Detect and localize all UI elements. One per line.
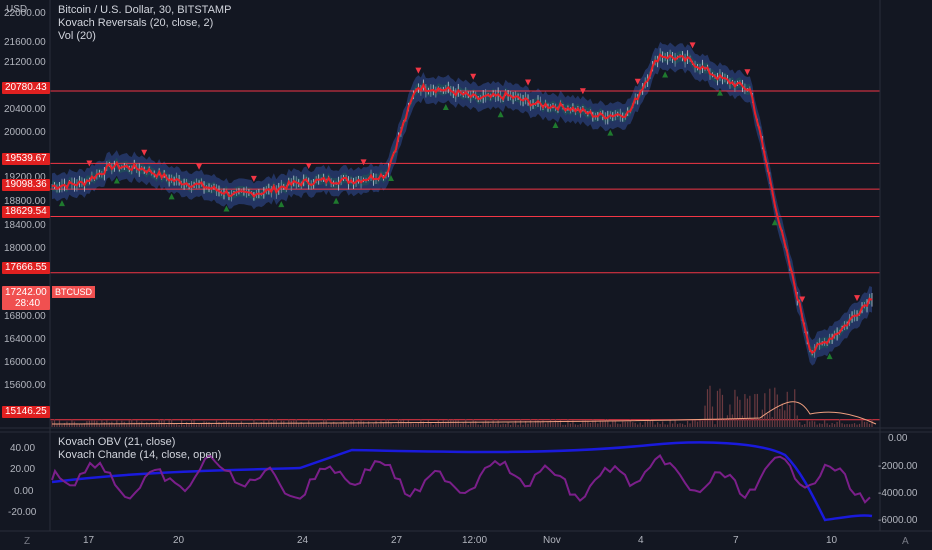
indicator-kovach-obv[interactable]: Kovach OBV (21, close): [58, 436, 221, 449]
buy-signal-marker: [662, 71, 669, 78]
price-tick: 16000.00: [4, 357, 46, 368]
price-tick: 15600.00: [4, 380, 46, 391]
buy-signal-marker: [552, 121, 559, 128]
time-label: Nov: [543, 535, 561, 546]
obv-tick: -6000.00: [878, 515, 918, 526]
symbol-badge: BTCUSD: [52, 286, 96, 298]
symbol-title[interactable]: Bitcoin / U.S. Dollar, 30, BITSTAMP: [58, 4, 231, 17]
sell-signal-marker: [854, 295, 861, 302]
time-label: 4: [638, 535, 644, 546]
buy-signal-marker: [168, 193, 175, 200]
time-label: 24: [297, 535, 309, 546]
obv-tick: -2000.00: [878, 461, 918, 472]
oscillator-tick: -20.00: [8, 507, 37, 518]
time-label: 12:00: [462, 535, 488, 546]
obv-tick: -4000.00: [878, 488, 918, 499]
indicator-kovach-chande[interactable]: Kovach Chande (14, close, open): [58, 449, 221, 462]
buy-signal-marker: [442, 103, 449, 110]
chart-canvas[interactable]: [0, 0, 932, 550]
oscillator-tick: 0.00: [14, 486, 34, 497]
sell-signal-marker: [470, 73, 477, 80]
price-tick: 16400.00: [4, 334, 46, 345]
chande-line: [51, 453, 871, 504]
obv-tick: 0.00: [888, 433, 908, 444]
main-legend: Bitcoin / U.S. Dollar, 30, BITSTAMP Kova…: [58, 4, 231, 43]
price-tick: 20000.00: [4, 127, 46, 138]
sell-signal-marker: [141, 149, 148, 156]
auto-scale-toggle[interactable]: A: [902, 536, 909, 547]
level-badge[interactable]: 15146.25: [2, 406, 50, 418]
sell-signal-marker: [196, 163, 203, 170]
indicator-volume[interactable]: Vol (20): [58, 30, 231, 43]
price-tick: 20400.00: [4, 104, 46, 115]
current-price: 17242.00: [5, 287, 47, 298]
time-label: 20: [173, 535, 185, 546]
indicator-kovach-reversals[interactable]: Kovach Reversals (20, close, 2): [58, 17, 231, 30]
price-tick: 16800.00: [4, 311, 46, 322]
level-badge[interactable]: 18629.54: [2, 206, 50, 218]
time-label: 7: [733, 535, 739, 546]
sell-signal-marker: [360, 159, 367, 166]
time-label: 27: [391, 535, 403, 546]
level-badge[interactable]: 17666.55: [2, 262, 50, 274]
time-label: 10: [826, 535, 838, 546]
price-tick: 21600.00: [4, 37, 46, 48]
price-tick: 22000.00: [4, 8, 46, 19]
oscillator-tick: 20.00: [10, 464, 36, 475]
timezone-toggle[interactable]: Z: [24, 536, 30, 547]
level-badge[interactable]: 20780.43: [2, 82, 50, 94]
time-label: 17: [83, 535, 95, 546]
lower-legend: Kovach OBV (21, close) Kovach Chande (14…: [58, 436, 221, 462]
buy-signal-marker: [607, 129, 614, 136]
buy-signal-marker: [278, 201, 285, 208]
sell-signal-marker: [744, 69, 751, 76]
buy-signal-marker: [58, 200, 65, 207]
sell-signal-marker: [415, 67, 422, 74]
level-badge[interactable]: 19098.36: [2, 179, 50, 191]
price-tick: 21200.00: [4, 57, 46, 68]
price-tick: 18000.00: [4, 243, 46, 254]
bar-countdown: 28:40: [15, 298, 41, 309]
oscillator-tick: 40.00: [10, 443, 36, 454]
level-badge[interactable]: 19539.67: [2, 153, 50, 165]
price-tick: 18400.00: [4, 220, 46, 231]
buy-signal-marker: [497, 111, 504, 118]
current-price-badge: 17242.00 28:40: [2, 286, 50, 310]
buy-signal-marker: [333, 197, 340, 204]
sell-signal-marker: [525, 79, 532, 86]
